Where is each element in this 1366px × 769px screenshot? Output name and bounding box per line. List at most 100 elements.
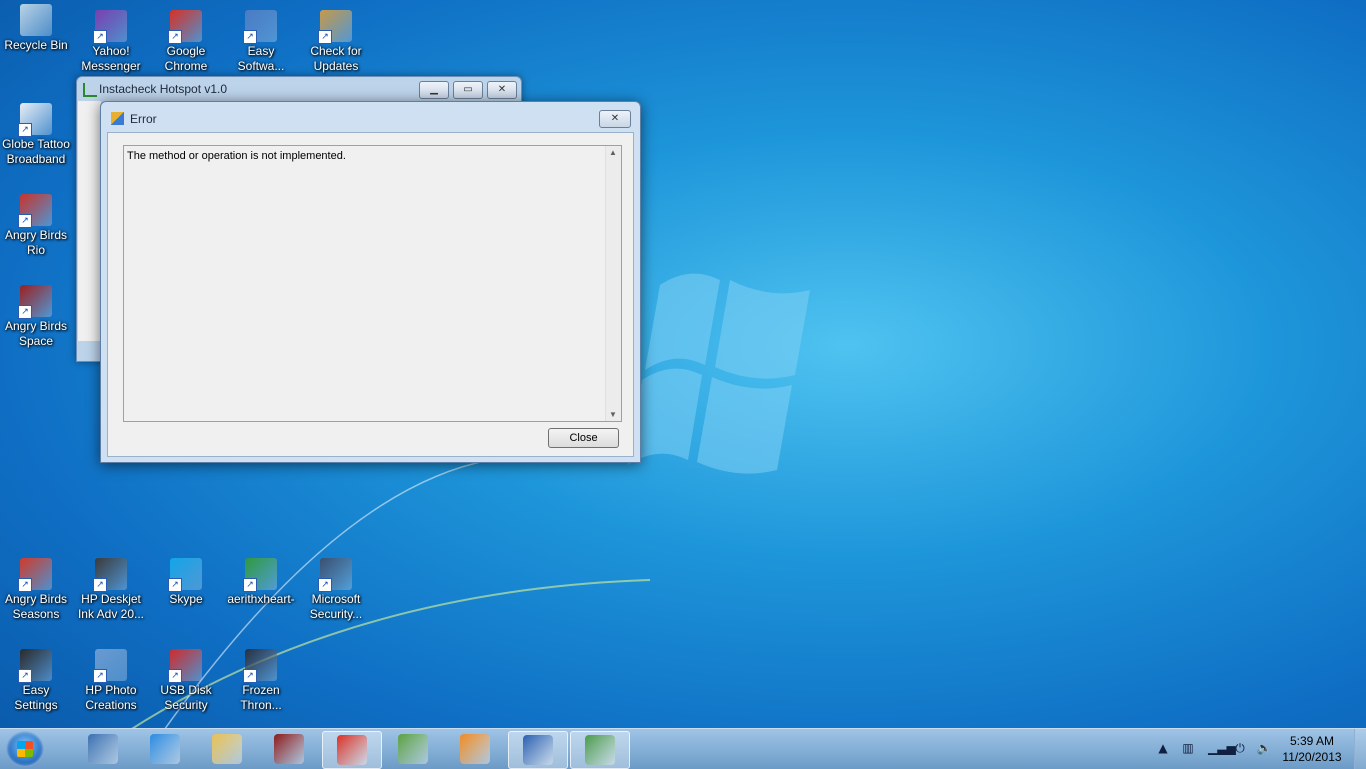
power-icon[interactable]: ⏻ xyxy=(1232,741,1248,757)
taskbar-button[interactable] xyxy=(508,731,568,769)
windows-logo-wallpaper xyxy=(628,273,810,474)
taskbar-button[interactable] xyxy=(136,731,194,767)
usb-security-icon: ↗ xyxy=(168,649,202,683)
shortcut-arrow-icon: ↗ xyxy=(93,30,107,44)
desktop-icon-label: Angry Birds Rio xyxy=(4,228,68,257)
skype-icon: ↗ xyxy=(168,558,202,592)
shortcut-arrow-icon: ↗ xyxy=(243,578,257,592)
window-client-area xyxy=(78,101,101,341)
internet-explorer-icon xyxy=(150,734,180,764)
shortcut-arrow-icon: ↗ xyxy=(18,214,32,228)
desktop-icon-label: HP Deskjet Ink Adv 20... xyxy=(77,592,145,621)
desktop-icon[interactable]: ↗ Yahoo! Messenger xyxy=(75,10,147,74)
error-message-textbox[interactable]: The method or operation is not implement… xyxy=(123,145,622,422)
system-clock[interactable]: 5:39 AM 11/20/2013 xyxy=(1282,733,1342,765)
desktop-icon-label: Yahoo! Messenger xyxy=(81,44,141,73)
taskbar-button[interactable] xyxy=(446,731,504,767)
clock-time: 5:39 AM xyxy=(1289,734,1335,748)
shortcut-arrow-icon: ↗ xyxy=(93,669,107,683)
shortcut-arrow-icon: ↗ xyxy=(318,578,332,592)
desktop-icon[interactable]: Recycle Bin xyxy=(0,4,72,53)
desktop-icon[interactable]: ↗ Angry Birds Rio xyxy=(0,194,72,258)
printer-icon: ↗ xyxy=(93,558,127,592)
taskbar-button[interactable] xyxy=(74,731,132,767)
chrome-icon xyxy=(337,735,367,765)
taskbar-button[interactable] xyxy=(384,731,442,767)
desktop-icon-label: Frozen Thron... xyxy=(240,683,282,712)
desktop-icon[interactable]: ↗ Check for Updates xyxy=(300,10,372,74)
show-desktop-button[interactable] xyxy=(1354,729,1366,769)
desktop-icon[interactable]: ↗ Easy Softwa... xyxy=(225,10,297,74)
signal-app-icon xyxy=(83,83,97,97)
desktop-icon[interactable]: ↗ Angry Birds Seasons xyxy=(0,558,72,622)
recycle-bin-icon xyxy=(20,4,52,36)
taskbar-button[interactable] xyxy=(198,731,256,767)
briefcase-icon xyxy=(88,734,118,764)
volume-icon[interactable]: 🔈 xyxy=(1256,741,1272,757)
network-adapter-icon[interactable]: ▥ xyxy=(1180,741,1196,757)
wifi-signal-icon[interactable]: ▁▃▅ xyxy=(1208,741,1236,757)
scroll-up-icon[interactable]: ▲ xyxy=(609,148,617,157)
desktop-icon-label: Microsoft Security... xyxy=(309,592,363,621)
desktop-icon-label: Easy Softwa... xyxy=(237,44,285,73)
angry-birds-space-icon: ↗ xyxy=(18,285,52,319)
scroll-down-icon[interactable]: ▼ xyxy=(609,410,617,419)
desktop-icon[interactable]: ↗ aerithxheart- xyxy=(225,558,297,607)
shortcut-arrow-icon: ↗ xyxy=(18,669,32,683)
start-button[interactable] xyxy=(6,731,44,767)
dialog-close-x-button[interactable]: ✕ xyxy=(599,110,631,128)
messenger-people-icon xyxy=(398,734,428,764)
desktop-icon-label: HP Photo Creations xyxy=(85,683,137,712)
desktop-icon[interactable]: ↗ Globe Tattoo Broadband xyxy=(0,103,72,167)
error-message: The method or operation is not implement… xyxy=(127,150,346,162)
taskbar-button[interactable] xyxy=(260,731,318,767)
yahoo-messenger-icon: ↗ xyxy=(93,10,127,44)
shortcut-arrow-icon: ↗ xyxy=(168,578,182,592)
shortcut-arrow-icon: ↗ xyxy=(93,578,107,592)
desktop-icon-label: Google Chrome xyxy=(164,44,208,73)
desktop-icon[interactable]: ↗ Google Chrome xyxy=(150,10,222,74)
desktop-icon-label: Angry Birds Seasons xyxy=(4,592,68,621)
shortcut-arrow-icon: ↗ xyxy=(168,669,182,683)
taskbar-button[interactable] xyxy=(322,731,382,769)
desktop-icon[interactable]: ↗ HP Photo Creations xyxy=(75,649,147,713)
angry-birds-seasons-icon: ↗ xyxy=(18,558,52,592)
frozen-throne-icon: ↗ xyxy=(243,649,277,683)
desktop-icon-label: Globe Tattoo Broadband xyxy=(2,137,70,166)
desktop-icon[interactable]: ↗ Microsoft Security... xyxy=(300,558,372,622)
desktop-icon[interactable]: ↗ HP Deskjet Ink Adv 20... xyxy=(75,558,147,622)
maximize-button[interactable]: ▭ xyxy=(453,81,483,99)
desktop-icon[interactable]: ↗ Frozen Thron... xyxy=(225,649,297,713)
close-icon: ✕ xyxy=(497,84,507,95)
easy-settings-icon: ↗ xyxy=(18,649,52,683)
desktop-icon[interactable]: ↗ Angry Birds Space xyxy=(0,285,72,349)
minimize-icon: ▁ xyxy=(430,84,438,95)
shortcut-arrow-icon: ↗ xyxy=(243,30,257,44)
photo-icon: ↗ xyxy=(93,649,127,683)
shortcut-arrow-icon: ↗ xyxy=(318,30,332,44)
desktop-icon-label: Check for Updates xyxy=(310,44,362,73)
close-window-button[interactable]: ✕ xyxy=(487,81,517,99)
taskbar: ▲ ▥ ▁▃▅ ⏻ 🔈 5:39 AM 11/20/2013 xyxy=(0,728,1366,769)
desktop-icon[interactable]: ↗ USB Disk Security xyxy=(150,649,222,713)
desktop-icon[interactable]: ↗ Easy Settings xyxy=(0,649,72,713)
dialog-title: Error xyxy=(130,112,157,126)
vertical-scrollbar[interactable]: ▲ ▼ xyxy=(605,146,621,421)
hotspot-app-icon xyxy=(585,735,615,765)
shortcut-arrow-icon: ↗ xyxy=(18,123,32,137)
close-button[interactable]: Close xyxy=(548,428,619,448)
dialog-client-area: The method or operation is not implement… xyxy=(107,132,634,457)
word-icon xyxy=(523,735,553,765)
shortcut-arrow-icon: ↗ xyxy=(18,578,32,592)
shortcut-arrow-icon: ↗ xyxy=(243,669,257,683)
desktop-icon[interactable]: ↗ Skype xyxy=(150,558,222,607)
minimize-button[interactable]: ▁ xyxy=(419,81,449,99)
show-hidden-icons-icon[interactable]: ▲ xyxy=(1155,741,1171,757)
taskbar-button[interactable] xyxy=(570,731,630,769)
angry-birds-rio-icon: ↗ xyxy=(18,194,52,228)
error-dialog[interactable]: Error ✕ The method or operation is not i… xyxy=(100,101,641,463)
desktop-icon-label: Easy Settings xyxy=(14,683,58,712)
angry-birds-space-icon xyxy=(274,734,304,764)
chrome-icon: ↗ xyxy=(168,10,202,44)
desktop-icon-label: Skype xyxy=(169,592,203,606)
